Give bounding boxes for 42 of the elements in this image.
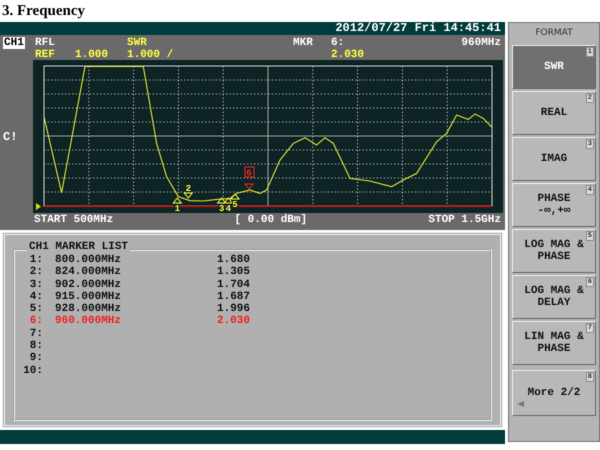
marker-index: 10: (22, 364, 43, 377)
menu-title: FORMAT (534, 27, 574, 40)
marker-index: 5: (28, 303, 43, 316)
marker-index: 2: (28, 266, 43, 279)
left-arrow-icon (517, 401, 524, 407)
marker-number: 6: (331, 37, 346, 49)
channel-label: CH1 (3, 37, 25, 49)
marker-frequency: 800.000MHz (55, 254, 122, 266)
marker-index: 7: (28, 328, 43, 340)
start-frequency: START 500MHz (34, 213, 114, 228)
marker-frequency: 902.000MHz (55, 278, 122, 291)
marker-value: 1.996 (217, 303, 252, 316)
date-time: 2012/07/27 Fri 14:45:41 (0, 22, 505, 35)
marker-index: 3: (28, 278, 43, 291)
marker-index: 6: (28, 315, 43, 328)
marker-frequency: 960MHz (460, 37, 501, 49)
section-heading: 3. Frequency (1, 2, 86, 21)
ref-value: 1.000 (75, 49, 110, 61)
marker-value: 1.680 (217, 254, 252, 266)
marker-value: 2.030 (331, 49, 366, 61)
marker-index: 9: (28, 352, 43, 365)
marker-value: 1.687 (217, 290, 252, 304)
marker-index: 4: (28, 290, 43, 304)
marker-frequency: 928.000MHz (55, 303, 122, 316)
marker-frequency: 915.000MHz (55, 290, 122, 304)
marker-list-title: CH1 MARKER LIST (27, 241, 130, 253)
marker-label: MKR (293, 37, 314, 49)
format-label: SWR (127, 37, 148, 49)
power-level: [ 0.00 dBm] (234, 213, 308, 228)
scale-value: 1.000 / (127, 49, 174, 61)
side-label: C! (2, 130, 18, 144)
reference-icon (36, 203, 41, 210)
stop-frequency: STOP 1.5GHz (428, 213, 501, 228)
marker-index: 8: (28, 340, 43, 352)
measurement-label: RFL (35, 37, 56, 49)
marker-index: 1: (28, 254, 43, 266)
marker-frequency: 824.000MHz (55, 266, 122, 279)
marker-value: 1.305 (217, 266, 252, 279)
marker-value: 1.704 (217, 278, 252, 291)
marker-frequency: 960.000MHz (55, 315, 122, 328)
marker-value: 2.030 (217, 315, 252, 328)
ref-label: REF (35, 49, 56, 61)
